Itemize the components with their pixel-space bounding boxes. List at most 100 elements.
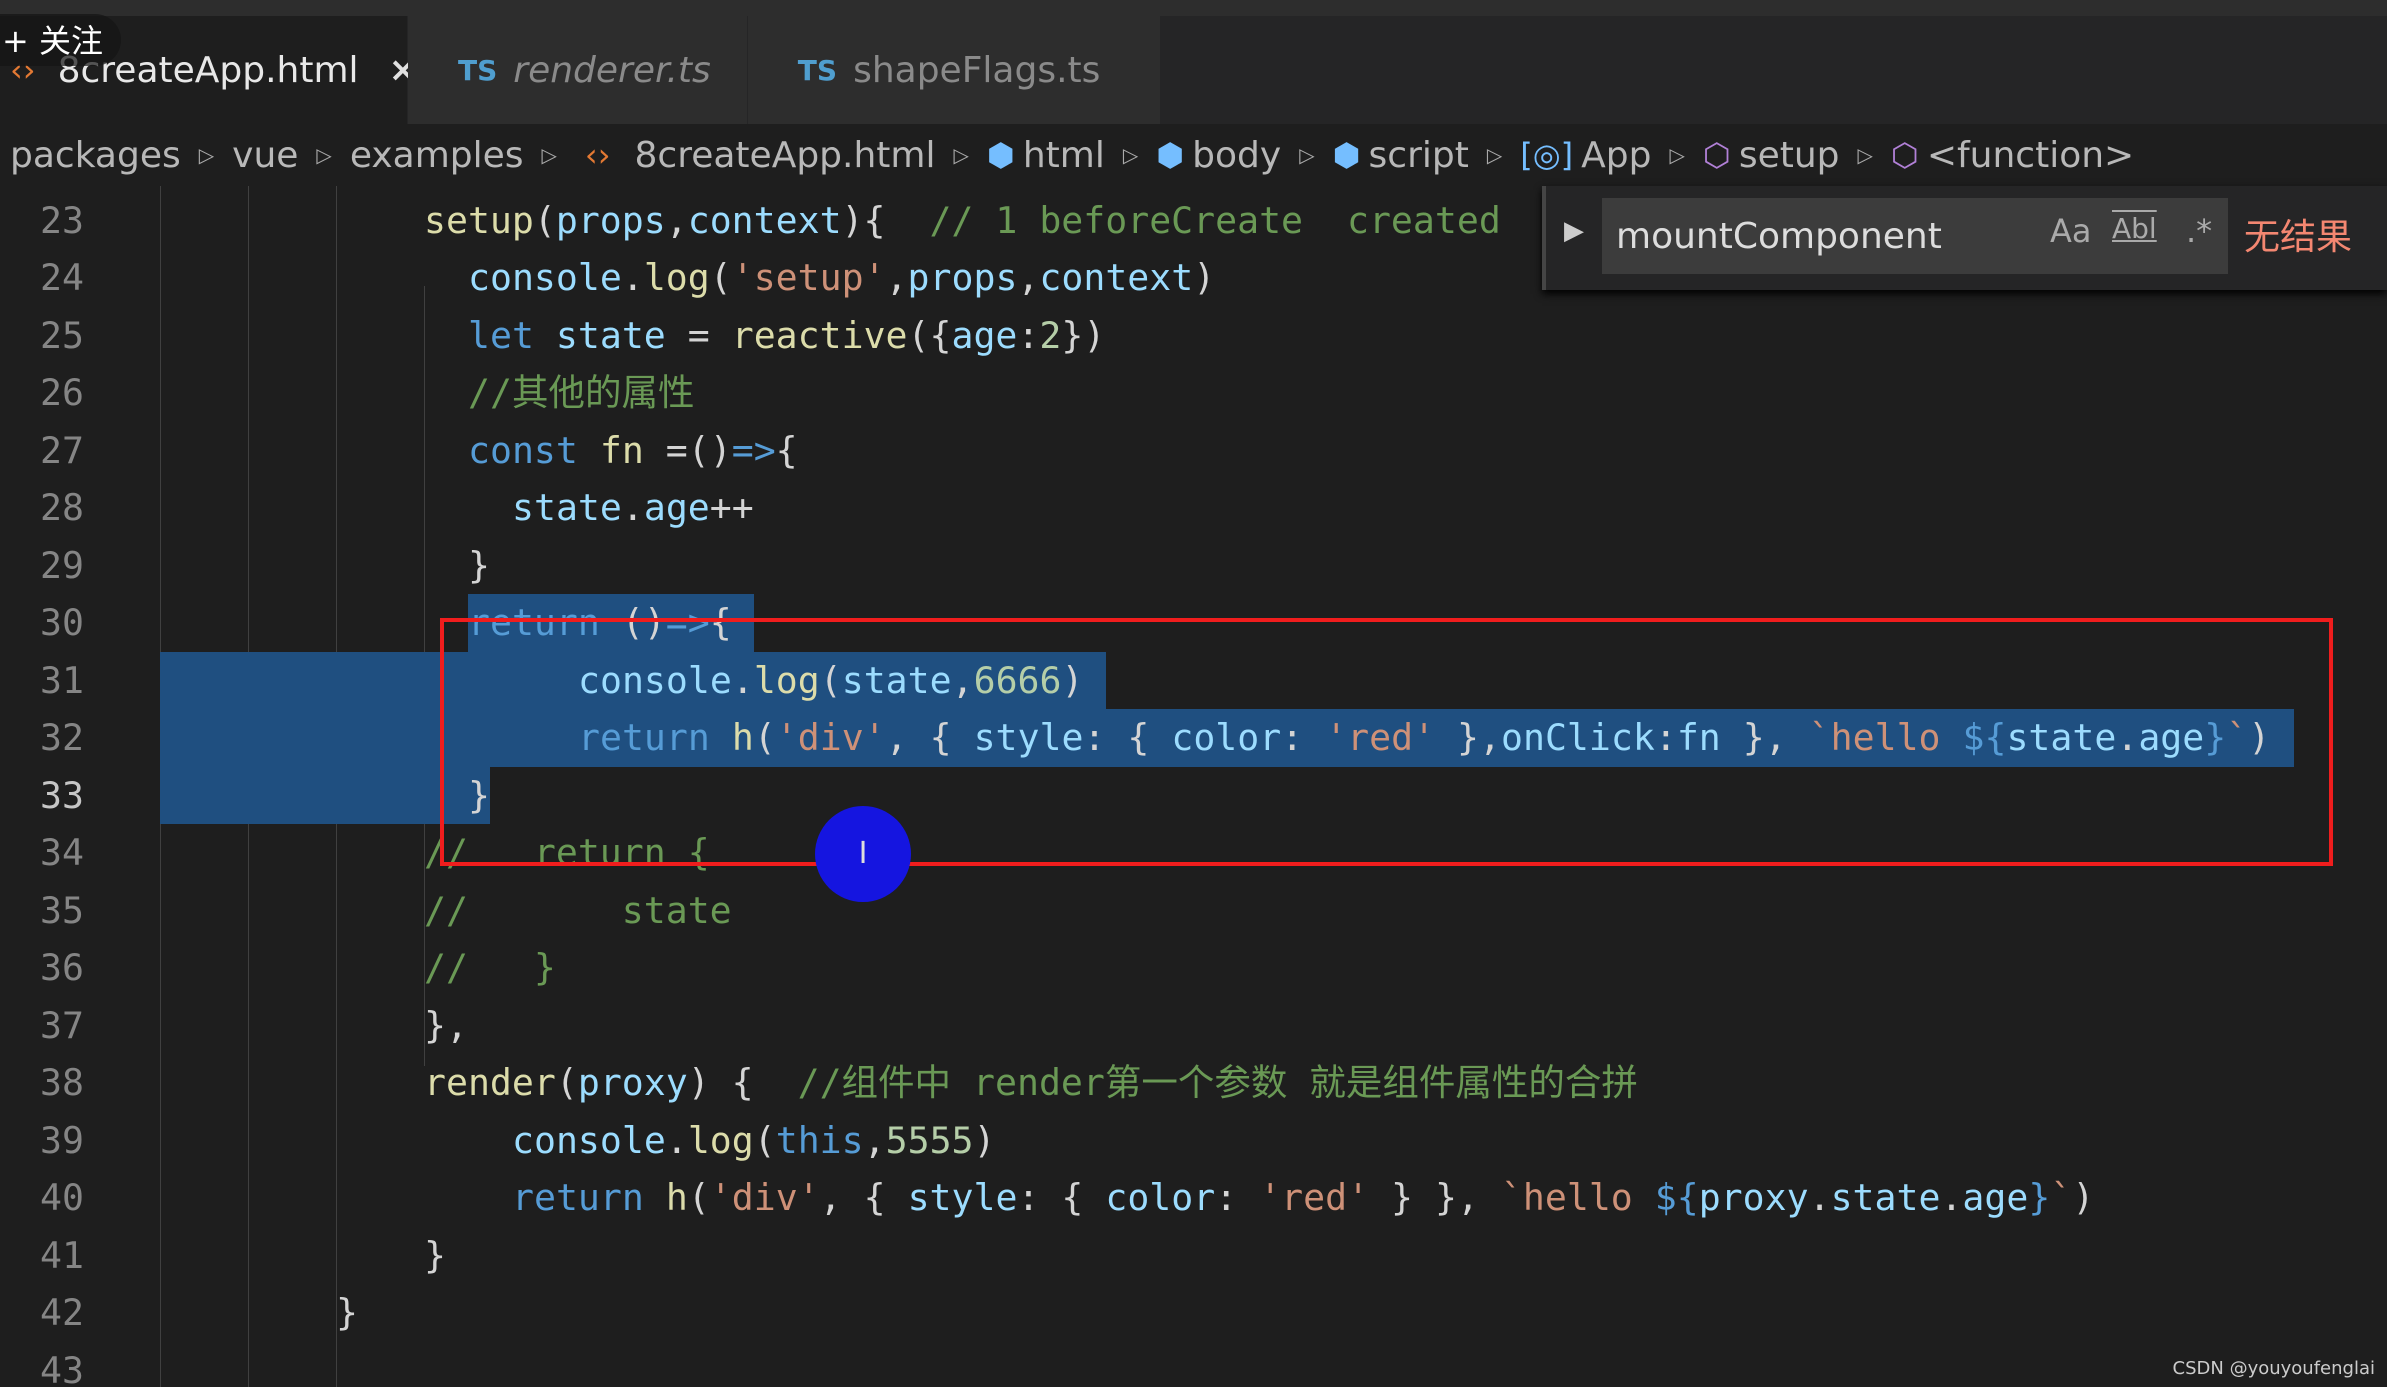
breadcrumb-label: packages — [10, 134, 181, 176]
code-token: }) — [1061, 313, 1106, 357]
breadcrumb-item[interactable]: ⬡ setup — [1703, 135, 1840, 176]
code-token: proxy — [577, 1061, 688, 1104]
breadcrumb-label: vue — [232, 134, 299, 176]
code-token: //其他的属性 — [468, 371, 695, 414]
code-token: // 1 beforeCreate created — [929, 198, 1501, 242]
line-number: 32 — [40, 716, 84, 759]
breadcrumb-label: <function> — [1926, 134, 2135, 176]
code-token: } }, — [1369, 1176, 1501, 1219]
breadcrumb-item[interactable]: ⬢ script — [1333, 135, 1469, 176]
code-token: . — [1808, 1176, 1831, 1219]
code-line: 35 // state — [0, 882, 2387, 940]
code-token: : — [1215, 1176, 1260, 1219]
code-token: ) { — [687, 1061, 798, 1104]
breadcrumb-item[interactable]: packages — [10, 135, 181, 176]
code-token: ( — [533, 198, 556, 242]
code-line: 43 — [0, 1342, 2387, 1387]
code-token: => — [731, 428, 776, 472]
breadcrumb-item[interactable]: vue — [232, 135, 298, 176]
breadcrumb-label: body — [1192, 134, 1282, 176]
code-token: 5555 — [885, 1118, 974, 1162]
code-token: ) — [2072, 1176, 2095, 1219]
code-token: context — [687, 198, 842, 242]
code-text: const fn =()=>{ — [468, 422, 798, 480]
breadcrumb-label: script — [1368, 134, 1469, 176]
tab-label: shapeFlags.ts — [853, 49, 1101, 91]
code-token: ) — [1193, 256, 1216, 299]
breadcrumb-item[interactable]: ⬢ html — [987, 135, 1105, 176]
breadcrumb-item[interactable]: ⬡ <function> — [1891, 135, 2134, 176]
code-text: // } — [424, 939, 556, 997]
code-token: state — [512, 486, 622, 529]
line-number: 39 — [40, 1118, 84, 1162]
whole-word-button[interactable]: Abl — [2112, 212, 2157, 245]
code-token: ++ — [709, 486, 754, 529]
code-line: 25 let state = reactive({age:2}) — [0, 307, 2387, 365]
code-token: . — [621, 486, 644, 529]
code-text: } — [424, 1227, 446, 1285]
code-token: ({ — [907, 313, 952, 357]
line-number: 43 — [40, 1348, 84, 1387]
code-token: 'red' — [1259, 1176, 1370, 1219]
code-line: 41} — [0, 1227, 2387, 1285]
breadcrumb-item[interactable]: [◎] App — [1520, 135, 1651, 176]
chevron-right-icon: ▷ — [198, 143, 215, 167]
code-token: } — [468, 543, 490, 587]
code-token: age — [643, 486, 710, 529]
code-token: state — [1830, 1176, 1941, 1219]
toggle-replace-chevron-icon[interactable]: ▶ — [1564, 216, 1584, 246]
match-case-button[interactable]: Aa — [2050, 212, 2092, 250]
code-line: 27 const fn =()=>{ — [0, 422, 2387, 480]
code-token: log — [687, 1118, 754, 1162]
breadcrumb-item[interactable]: ⬢ body — [1156, 135, 1281, 176]
code-token: = — [665, 313, 732, 357]
html-brackets-icon: ‹› — [584, 136, 611, 174]
variable-icon: [◎] — [1520, 136, 1574, 174]
code-token: console — [468, 256, 622, 299]
title-strip — [0, 0, 2387, 16]
code-token: props — [907, 256, 1018, 299]
code-token: ( — [753, 1118, 776, 1162]
line-number: 34 — [40, 831, 84, 874]
code-token: age — [1962, 1176, 2029, 1219]
line-number: 28 — [40, 486, 84, 529]
breadcrumb-item[interactable]: examples — [350, 135, 524, 176]
regex-button[interactable]: .* — [2186, 212, 2212, 250]
code-token: const — [468, 428, 600, 472]
code-text: state.age++ — [512, 479, 754, 537]
line-number: 24 — [40, 256, 84, 299]
code-token: =() — [643, 428, 732, 472]
code-token: props — [555, 198, 666, 242]
tab-shapeflags-ts[interactable]: TS shapeFlags.ts — [747, 16, 1162, 124]
code-token: , — [863, 1118, 886, 1162]
code-token: } — [2028, 1176, 2051, 1219]
follow-button[interactable]: + 关注 — [0, 14, 121, 66]
code-token: . — [665, 1118, 688, 1162]
code-token: } — [424, 1233, 446, 1277]
code-token: 'div' — [709, 1176, 820, 1219]
code-token: , — [885, 256, 908, 299]
code-token: }, — [424, 1003, 468, 1047]
line-number: 36 — [40, 946, 84, 989]
code-token: h — [665, 1176, 688, 1219]
code-token: age — [951, 313, 1018, 357]
tab-bar: ‹› 8createApp.html × TS renderer.ts TS s… — [0, 16, 2387, 124]
line-number: 29 — [40, 543, 84, 587]
code-token: //组件中 render第一个参数 就是组件属性的合拼 — [797, 1061, 1638, 1104]
chevron-right-icon: ▷ — [316, 143, 332, 167]
element-cube-icon: ⬢ — [1156, 136, 1185, 174]
code-text: return h('div', { style: { color: 'red' … — [512, 1169, 2094, 1227]
breadcrumb-label: setup — [1738, 134, 1840, 176]
watermark: CSDN @youyoufenglai — [2172, 1358, 2375, 1379]
code-token: ) — [973, 1118, 996, 1162]
breadcrumb-item[interactable]: ‹› 8createApp.html — [575, 135, 936, 176]
code-token: return — [512, 1176, 666, 1219]
breadcrumb-label: App — [1581, 134, 1652, 176]
chevron-right-icon: ▷ — [541, 143, 557, 167]
find-input-value: mountComponent — [1616, 215, 1942, 257]
tab-renderer-ts[interactable]: TS renderer.ts — [408, 16, 748, 124]
typescript-icon: TS — [458, 53, 498, 87]
code-line: 39 console.log(this,5555) — [0, 1112, 2387, 1170]
code-text: render(proxy) { //组件中 render第一个参数 就是组件属性… — [424, 1054, 1638, 1112]
code-text: }, — [424, 997, 468, 1055]
